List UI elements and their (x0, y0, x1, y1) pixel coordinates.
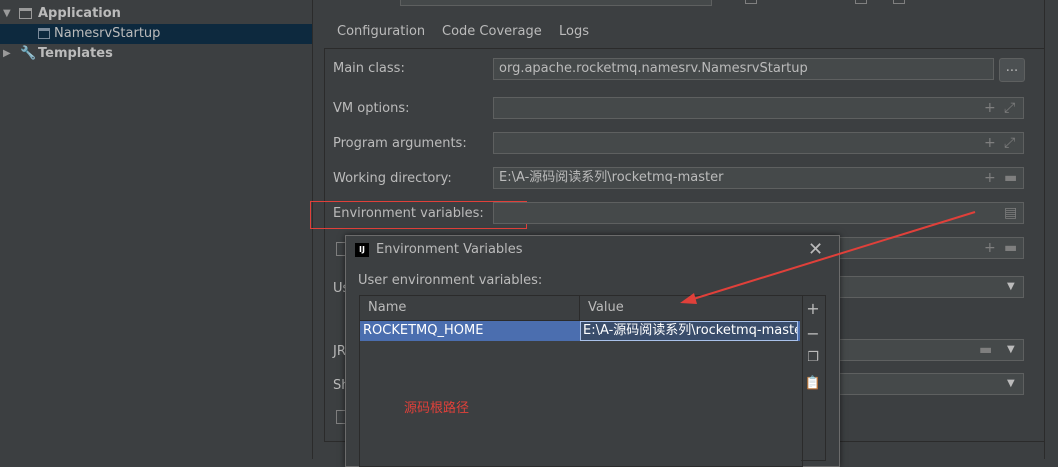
annotation-arrow (680, 211, 976, 304)
